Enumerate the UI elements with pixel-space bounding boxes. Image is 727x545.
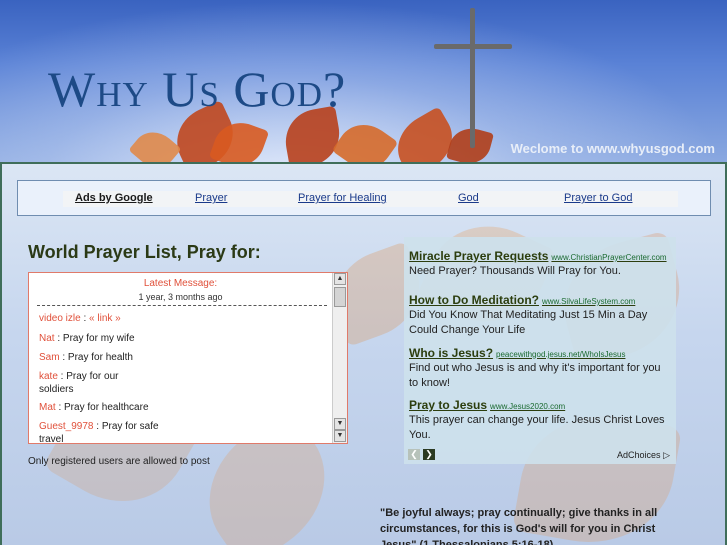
scroll-down-icon[interactable]: ▼ bbox=[334, 430, 346, 442]
ad-description: This prayer can change your life. Jesus … bbox=[409, 414, 665, 441]
message-user[interactable]: Mat bbox=[39, 402, 56, 413]
ad-title-text[interactable]: Pray to Jesus bbox=[409, 398, 487, 412]
ad-title[interactable]: How to Do Meditation? www.SilvaLifeSystem… bbox=[409, 293, 635, 307]
welcome-text: Weclome to www.whyusgod.com bbox=[510, 141, 715, 156]
shoutbox-scrollbar[interactable]: ▲ ▼ ▼ bbox=[332, 273, 347, 443]
site-header: Why Us God? Weclome to www.whyusgod.com bbox=[0, 0, 727, 162]
cross-icon bbox=[470, 8, 475, 148]
ad-title[interactable]: Who is Jesus? peacewithgod.jesus.net/WhoI… bbox=[409, 346, 625, 360]
adchoices-label[interactable]: AdChoices bbox=[617, 450, 661, 460]
adchoices-link[interactable]: AdChoices ▷ bbox=[617, 450, 670, 461]
ad-url[interactable]: peacewithgod.jesus.net/WhoIsJesus bbox=[496, 350, 625, 359]
ad-link-prayer-to-god[interactable]: Prayer to God bbox=[564, 192, 632, 204]
ad-title-text[interactable]: How to Do Meditation? bbox=[409, 293, 539, 307]
prayer-list-title: World Prayer List, Pray for: bbox=[28, 242, 261, 262]
message-user[interactable]: Sam bbox=[39, 352, 60, 363]
ad-url[interactable]: www.Jesus2020.com bbox=[490, 402, 565, 411]
shoutbox-messages: Latest Message: 1 year, 3 months ago vid… bbox=[29, 273, 332, 443]
message-text: Pray for my wife bbox=[62, 333, 135, 344]
message-user[interactable]: video izle bbox=[39, 313, 81, 324]
scroll-down-end-icon[interactable]: ▼ bbox=[334, 418, 346, 430]
bible-verse: "Be joyful always; pray continually; giv… bbox=[380, 507, 658, 545]
ads-link-bar: Ads by Google Prayer Prayer for Healing … bbox=[17, 180, 711, 216]
scroll-thumb[interactable] bbox=[334, 287, 346, 307]
message-user[interactable]: kate bbox=[39, 371, 58, 382]
site-title: Why Us God? bbox=[48, 61, 347, 117]
ad-link-prayer-for-healing[interactable]: Prayer for Healing bbox=[298, 192, 387, 204]
message-separator: : bbox=[59, 352, 68, 363]
scroll-up-icon[interactable]: ▲ bbox=[334, 273, 346, 285]
message-separator: : bbox=[55, 402, 65, 413]
message-text: Pray for healthcare bbox=[64, 402, 149, 413]
message-link[interactable]: « link » bbox=[89, 313, 121, 324]
shoutbox: Latest Message: 1 year, 3 months ago vid… bbox=[28, 272, 348, 444]
list-item: kate : Pray for our soldiers bbox=[39, 370, 154, 396]
google-ads-box: Miracle Prayer Requests www.ChristianPray… bbox=[404, 237, 676, 464]
message-user[interactable]: Guest_9978 bbox=[39, 421, 94, 432]
ad-description: Need Prayer? Thousands Will Pray for You… bbox=[409, 265, 621, 277]
latest-message-time: 1 year, 3 months ago bbox=[138, 292, 223, 302]
cross-icon-bar bbox=[434, 44, 512, 49]
message-separator: : bbox=[54, 333, 63, 344]
ad-link-god[interactable]: God bbox=[458, 192, 479, 204]
list-item: Guest_9978 : Pray for safe travel bbox=[39, 420, 164, 443]
message-user[interactable]: Nat bbox=[39, 333, 55, 344]
ad-description: Find out who Jesus is and why it's impor… bbox=[409, 362, 661, 389]
ad-url[interactable]: www.ChristianPrayerCenter.com bbox=[551, 253, 666, 262]
ad-title[interactable]: Miracle Prayer Requests www.ChristianPray… bbox=[409, 249, 667, 263]
adchoices-triangle-icon[interactable]: ▷ bbox=[663, 450, 670, 460]
ad-link-prayer[interactable]: Prayer bbox=[195, 192, 227, 204]
message-separator: : bbox=[57, 371, 67, 382]
registered-users-notice: Only registered users are allowed to pos… bbox=[28, 456, 210, 467]
chevron-right-icon[interactable]: ❯ bbox=[423, 449, 435, 460]
ad-description: Did You Know That Meditating Just 15 Min… bbox=[409, 309, 648, 336]
latest-message-label: Latest Message: bbox=[143, 278, 218, 289]
chevron-left-icon[interactable]: ❮ bbox=[408, 449, 420, 460]
ad-title[interactable]: Pray to Jesus www.Jesus2020.com bbox=[409, 398, 565, 412]
list-item: Nat : Pray for my wife bbox=[39, 332, 135, 345]
message-separator: : bbox=[80, 313, 90, 324]
message-separator: : bbox=[93, 421, 102, 432]
ad-title-text[interactable]: Who is Jesus? bbox=[409, 346, 493, 360]
list-item: Sam : Pray for health bbox=[39, 351, 133, 364]
message-text: Pray for health bbox=[67, 352, 133, 363]
divider bbox=[37, 305, 327, 306]
ads-by-google-link[interactable]: Ads by Google bbox=[75, 192, 153, 204]
list-item: video izle : « link » bbox=[39, 312, 121, 325]
main-content: Ads by Google Prayer Prayer for Healing … bbox=[0, 162, 727, 545]
ad-title-text[interactable]: Miracle Prayer Requests bbox=[409, 249, 548, 263]
ad-url[interactable]: www.SilvaLifeSystem.com bbox=[542, 297, 635, 306]
list-item: Mat : Pray for healthcare bbox=[39, 401, 149, 414]
